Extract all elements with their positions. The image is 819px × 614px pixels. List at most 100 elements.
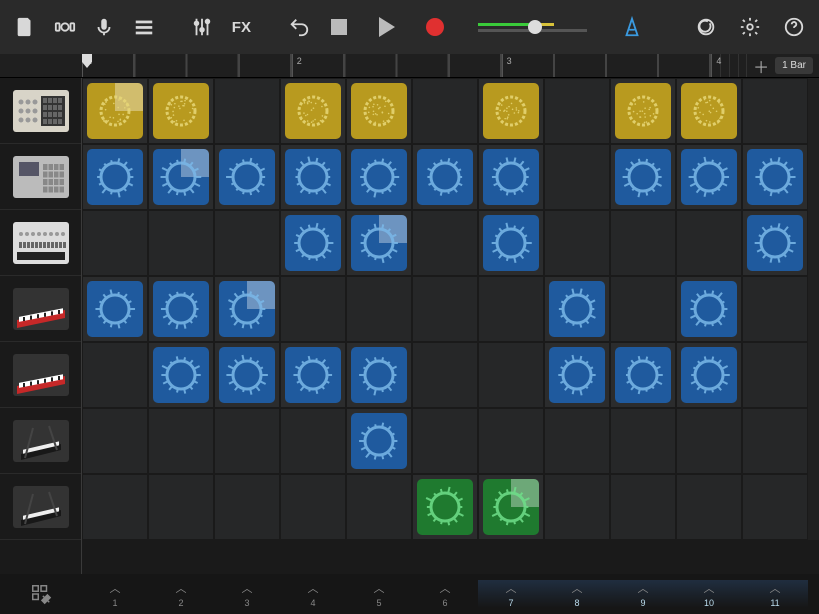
loop-cell-r1-c4[interactable] <box>346 144 412 210</box>
project-button[interactable] <box>8 10 42 44</box>
loop-cell-r3-c2[interactable] <box>214 276 280 342</box>
column-trigger-10[interactable]: ︿10 <box>676 580 742 608</box>
loop-clip-blue[interactable] <box>417 149 473 205</box>
empty-cell-r3-c10[interactable] <box>742 276 808 342</box>
loop-cell-r4-c2[interactable] <box>214 342 280 408</box>
help-button[interactable] <box>777 10 811 44</box>
playhead[interactable] <box>82 54 92 78</box>
bar-length-pill[interactable]: 1 Bar <box>775 57 813 74</box>
loop-clip-blue[interactable] <box>219 347 275 403</box>
column-trigger-1[interactable]: ︿1 <box>82 580 148 608</box>
empty-cell-r6-c2[interactable] <box>214 474 280 540</box>
empty-cell-r2-c2[interactable] <box>214 210 280 276</box>
empty-cell-r6-c1[interactable] <box>148 474 214 540</box>
empty-cell-r3-c4[interactable] <box>346 276 412 342</box>
loop-clip-blue[interactable] <box>285 347 341 403</box>
loop-cell-r0-c3[interactable] <box>280 78 346 144</box>
loop-clip-blue[interactable] <box>615 347 671 403</box>
empty-cell-r4-c6[interactable] <box>478 342 544 408</box>
empty-cell-r3-c6[interactable] <box>478 276 544 342</box>
loop-cell-r0-c6[interactable] <box>478 78 544 144</box>
loop-cell-r0-c1[interactable] <box>148 78 214 144</box>
loop-clip-blue[interactable] <box>285 149 341 205</box>
loop-clip-blue[interactable] <box>153 347 209 403</box>
loop-cell-r1-c10[interactable] <box>742 144 808 210</box>
empty-cell-r3-c8[interactable] <box>610 276 676 342</box>
column-trigger-2[interactable]: ︿2 <box>148 580 214 608</box>
column-trigger-7[interactable]: ︿7 <box>478 580 544 608</box>
loop-clip-blue[interactable] <box>615 149 671 205</box>
empty-cell-r6-c10[interactable] <box>742 474 808 540</box>
empty-cell-r5-c1[interactable] <box>148 408 214 474</box>
empty-cell-r5-c7[interactable] <box>544 408 610 474</box>
loop-clip-yellow[interactable] <box>285 83 341 139</box>
loop-clip-yellow[interactable] <box>615 83 671 139</box>
settings-button[interactable] <box>733 10 767 44</box>
loop-cell-r3-c0[interactable] <box>82 276 148 342</box>
track-header-keys-red-2[interactable] <box>0 342 81 408</box>
empty-cell-r5-c2[interactable] <box>214 408 280 474</box>
empty-cell-r5-c3[interactable] <box>280 408 346 474</box>
loop-clip-blue[interactable] <box>219 149 275 205</box>
column-trigger-11[interactable]: ︿11 <box>742 580 808 608</box>
empty-cell-r5-c8[interactable] <box>610 408 676 474</box>
loop-cell-r4-c4[interactable] <box>346 342 412 408</box>
loop-cell-r2-c6[interactable] <box>478 210 544 276</box>
loop-cell-r4-c3[interactable] <box>280 342 346 408</box>
loop-clip-blue[interactable] <box>153 281 209 337</box>
loop-clip-blue[interactable] <box>549 281 605 337</box>
empty-cell-r0-c10[interactable] <box>742 78 808 144</box>
loop-cell-r4-c8[interactable] <box>610 342 676 408</box>
loop-clip-yellow[interactable] <box>483 83 539 139</box>
tracks-button[interactable] <box>127 10 161 44</box>
loop-cell-r2-c10[interactable] <box>742 210 808 276</box>
empty-cell-r4-c10[interactable] <box>742 342 808 408</box>
loop-clip-yellow[interactable] <box>681 83 737 139</box>
track-header-keys-black-1[interactable] <box>0 408 81 474</box>
loop-cell-r5-c4[interactable] <box>346 408 412 474</box>
column-trigger-5[interactable]: ︿5 <box>346 580 412 608</box>
volume-thumb[interactable] <box>528 20 542 34</box>
loop-cell-r2-c4[interactable] <box>346 210 412 276</box>
empty-cell-r2-c5[interactable] <box>412 210 478 276</box>
empty-cell-r6-c7[interactable] <box>544 474 610 540</box>
track-header-drum-machine-1[interactable] <box>0 78 81 144</box>
loop-clip-blue[interactable] <box>549 347 605 403</box>
empty-cell-r2-c8[interactable] <box>610 210 676 276</box>
loop-clip-blue[interactable] <box>351 413 407 469</box>
loop-clip-blue[interactable] <box>219 281 275 337</box>
record-button[interactable] <box>418 10 452 44</box>
column-trigger-6[interactable]: ︿6 <box>412 580 478 608</box>
loop-cell-r2-c3[interactable] <box>280 210 346 276</box>
grid-edit-button[interactable] <box>24 577 58 611</box>
empty-cell-r5-c9[interactable] <box>676 408 742 474</box>
loop-cell-r6-c5[interactable] <box>412 474 478 540</box>
column-trigger-4[interactable]: ︿4 <box>280 580 346 608</box>
empty-cell-r6-c3[interactable] <box>280 474 346 540</box>
empty-cell-r5-c5[interactable] <box>412 408 478 474</box>
empty-cell-r5-c6[interactable] <box>478 408 544 474</box>
empty-cell-r6-c0[interactable] <box>82 474 148 540</box>
loop-cell-r3-c9[interactable] <box>676 276 742 342</box>
loop-clip-green[interactable] <box>483 479 539 535</box>
loop-clip-yellow[interactable] <box>351 83 407 139</box>
stop-button[interactable] <box>322 10 356 44</box>
loop-cell-r1-c9[interactable] <box>676 144 742 210</box>
loop-cell-r1-c5[interactable] <box>412 144 478 210</box>
loop-cell-r0-c9[interactable] <box>676 78 742 144</box>
track-header-keys-black-2[interactable] <box>0 474 81 540</box>
loop-cell-r4-c1[interactable] <box>148 342 214 408</box>
loop-cell-r1-c8[interactable] <box>610 144 676 210</box>
empty-cell-r3-c3[interactable] <box>280 276 346 342</box>
empty-cell-r1-c7[interactable] <box>544 144 610 210</box>
empty-cell-r0-c5[interactable] <box>412 78 478 144</box>
column-trigger-3[interactable]: ︿3 <box>214 580 280 608</box>
column-trigger-8[interactable]: ︿8 <box>544 580 610 608</box>
loop-clip-blue[interactable] <box>747 149 803 205</box>
track-header-keys-red-1[interactable] <box>0 276 81 342</box>
empty-cell-r2-c0[interactable] <box>82 210 148 276</box>
empty-cell-r2-c9[interactable] <box>676 210 742 276</box>
metronome-button[interactable] <box>615 10 649 44</box>
play-button[interactable] <box>370 10 404 44</box>
loop-cell-r1-c0[interactable] <box>82 144 148 210</box>
